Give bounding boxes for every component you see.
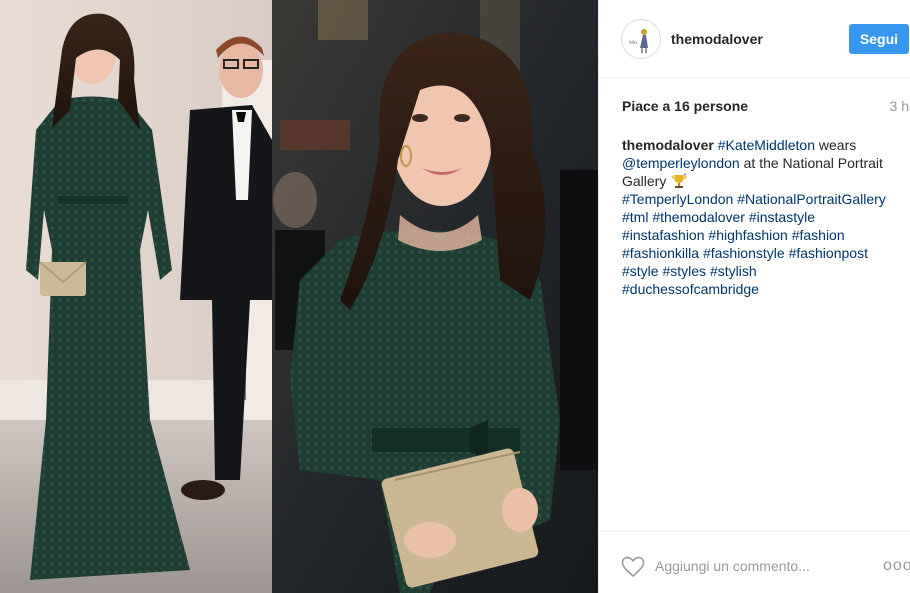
likes-row: Piace a 16 persone 3 h <box>599 96 910 116</box>
comment-bar: ooo <box>599 531 910 593</box>
hashtag-styles[interactable]: #styles <box>662 263 706 279</box>
hashtag-themodalover[interactable]: #themodalover <box>652 209 745 225</box>
hashtag-fashionkilla[interactable]: #fashionkilla <box>622 245 699 261</box>
fashion-figure-logo-icon: Mo <box>623 21 660 58</box>
hashtag-stylish[interactable]: #stylish <box>710 263 757 279</box>
hashtag-fashionstyle[interactable]: #fashionstyle <box>703 245 785 261</box>
trophy-sparkle-emoji-icon <box>670 173 688 189</box>
hashtag-katemiddleton[interactable]: #KateMiddleton <box>718 137 815 153</box>
hashtag-style[interactable]: #style <box>622 263 659 279</box>
hashtag-tml[interactable]: #tml <box>622 209 648 225</box>
post-header: Mo themodalover Segui <box>599 0 910 78</box>
left-photo <box>0 0 272 593</box>
svg-text:Mo: Mo <box>629 40 637 46</box>
hashtag-instastyle[interactable]: #instastyle <box>749 209 815 225</box>
hashtag-nationalportraitgallery[interactable]: #NationalPortraitGallery <box>737 191 886 207</box>
hashtag-fashion[interactable]: #fashion <box>792 227 845 243</box>
comment-input[interactable] <box>655 554 865 578</box>
caption-text: wears <box>815 137 857 153</box>
post-photo-collage <box>0 0 598 593</box>
avatar[interactable]: Mo <box>621 19 661 59</box>
post-photo[interactable] <box>0 0 598 593</box>
post-caption: themodalover #KateMiddleton wears @tempe… <box>622 136 906 298</box>
right-photo <box>272 0 598 593</box>
mention-temperleylondon[interactable]: @temperleylondon <box>622 155 740 171</box>
hashtag-duchessofcambridge[interactable]: #duchessofcambridge <box>622 281 759 297</box>
hashtag-highfashion[interactable]: #highfashion <box>708 227 787 243</box>
caption-username[interactable]: themodalover <box>622 137 714 153</box>
hashtag-temperlylondon[interactable]: #TemperlyLondon <box>622 191 733 207</box>
username[interactable]: themodalover <box>671 31 763 47</box>
post-sidebar: Mo themodalover Segui Piace a 16 persone… <box>598 0 910 593</box>
likes-count[interactable]: Piace a 16 persone <box>622 98 748 114</box>
more-options-icon[interactable]: ooo <box>883 556 910 576</box>
follow-button[interactable]: Segui <box>849 24 909 54</box>
hashtag-instafashion[interactable]: #instafashion <box>622 227 705 243</box>
post-timestamp[interactable]: 3 h <box>890 98 909 114</box>
heart-outline-icon[interactable] <box>621 556 645 578</box>
hashtag-fashionpost[interactable]: #fashionpost <box>789 245 868 261</box>
